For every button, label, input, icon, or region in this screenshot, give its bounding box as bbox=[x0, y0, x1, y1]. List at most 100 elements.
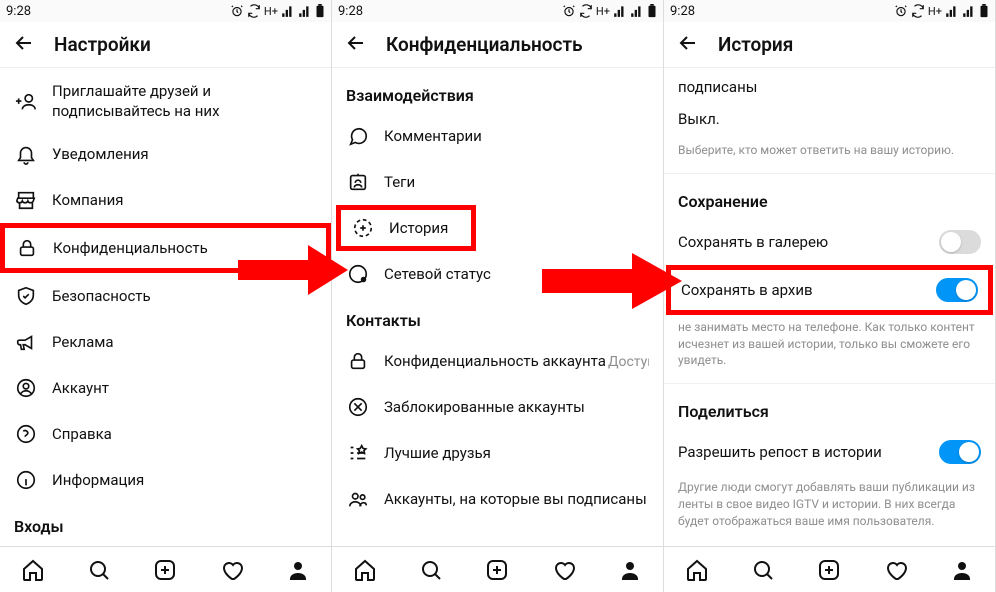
back-icon[interactable] bbox=[12, 31, 36, 59]
back-icon[interactable] bbox=[344, 31, 368, 59]
row-label: Уведомления bbox=[52, 145, 317, 163]
battery-icon bbox=[647, 4, 657, 18]
signal-icon-2 bbox=[630, 4, 644, 18]
row-account[interactable]: Аккаунт bbox=[0, 365, 331, 411]
alarm-icon bbox=[894, 4, 908, 18]
row-notifications[interactable]: Уведомления bbox=[0, 131, 331, 177]
section-logins: Входы bbox=[0, 503, 331, 544]
row-label: Сохранять в архив bbox=[681, 281, 922, 299]
sync-icon bbox=[247, 4, 261, 18]
screen-story: 9:28 H+ История подписаны Выкл. Выберите… bbox=[664, 0, 996, 592]
row-invite-friends[interactable]: Приглашайте друзей и подписывайтесь на н… bbox=[0, 72, 331, 131]
fragment-top: подписаны bbox=[664, 72, 995, 106]
nav-profile-icon[interactable] bbox=[617, 557, 643, 583]
status-icons: H+ bbox=[230, 4, 325, 18]
row-info[interactable]: Информация bbox=[0, 457, 331, 503]
info-icon bbox=[14, 468, 38, 492]
people-icon bbox=[346, 487, 370, 511]
nav-heart-icon[interactable] bbox=[219, 557, 245, 583]
row-label: Приглашайте друзей и подписывайтесь на н… bbox=[52, 82, 317, 121]
storefront-icon bbox=[14, 188, 38, 212]
nav-search-icon[interactable] bbox=[86, 557, 112, 583]
signal-icon bbox=[281, 4, 295, 18]
screen-privacy: 9:28 H+ Конфиденциальность Взаимодействи… bbox=[332, 0, 664, 592]
status-icons: H+ bbox=[894, 4, 989, 18]
nav-profile-icon[interactable] bbox=[949, 557, 975, 583]
page-title: Конфиденциальность bbox=[386, 33, 583, 56]
bottom-nav bbox=[332, 546, 663, 592]
row-business[interactable]: Компания bbox=[0, 177, 331, 223]
nav-add-icon[interactable] bbox=[484, 557, 510, 583]
row-blocked[interactable]: Заблокированные аккаунты bbox=[332, 384, 663, 430]
row-value: Доступн bbox=[608, 354, 649, 370]
nav-heart-icon[interactable] bbox=[883, 557, 909, 583]
row-label: Компания bbox=[52, 191, 317, 209]
blocked-icon bbox=[346, 395, 370, 419]
value-off: Выкл. bbox=[664, 106, 995, 138]
shield-icon bbox=[14, 284, 38, 308]
star-list-icon bbox=[346, 441, 370, 465]
megaphone-icon bbox=[14, 330, 38, 354]
section-share: Поделиться bbox=[664, 388, 995, 429]
row-following-accounts[interactable]: Аккаунты, на которые вы подписаны bbox=[332, 476, 663, 522]
row-label: Лучшие друзья bbox=[384, 444, 649, 462]
row-story[interactable]: История bbox=[336, 205, 476, 251]
nav-profile-icon[interactable] bbox=[285, 557, 311, 583]
row-allow-reshare[interactable]: Разрешить репост в истории bbox=[664, 429, 995, 475]
nav-add-icon[interactable] bbox=[816, 557, 842, 583]
network-text: H+ bbox=[264, 5, 278, 18]
row-account-privacy[interactable]: Конфиденциальность аккаунтаДоступн bbox=[332, 338, 663, 384]
battery-icon bbox=[315, 4, 325, 18]
row-save-gallery[interactable]: Сохранять в галерею bbox=[664, 219, 995, 265]
row-tags[interactable]: Теги bbox=[332, 159, 663, 205]
row-help[interactable]: Справка bbox=[0, 411, 331, 457]
nav-search-icon[interactable] bbox=[418, 557, 444, 583]
status-bar: 9:28 H+ bbox=[664, 0, 995, 22]
tag-person-icon bbox=[346, 170, 370, 194]
sync-icon bbox=[579, 4, 593, 18]
page-title: История bbox=[718, 33, 793, 56]
row-label: Заблокированные аккаунты bbox=[384, 398, 649, 416]
section-saving: Сохранение bbox=[664, 178, 995, 219]
row-label: Информация bbox=[52, 471, 317, 489]
toggle-allow-reshare[interactable] bbox=[939, 440, 981, 464]
row-label: Реклама bbox=[52, 333, 317, 351]
status-icons: H+ bbox=[562, 4, 657, 18]
tutorial-arrow-1 bbox=[238, 245, 348, 295]
status-time: 9:28 bbox=[670, 4, 695, 19]
back-icon[interactable] bbox=[676, 31, 700, 59]
bell-icon bbox=[14, 142, 38, 166]
status-bar: 9:28 H+ bbox=[332, 0, 663, 22]
section-interactions: Взаимодействия bbox=[332, 72, 663, 113]
row-label: Справка bbox=[52, 425, 317, 443]
settings-list: Приглашайте друзей и подписывайтесь на н… bbox=[0, 68, 331, 546]
hint-reply: Выберите, кто может ответить на вашу ист… bbox=[664, 138, 995, 169]
story-settings: подписаны Выкл. Выберите, кто может отве… bbox=[664, 68, 995, 546]
network-text: H+ bbox=[596, 5, 610, 18]
network-text: H+ bbox=[928, 5, 942, 18]
nav-home-icon[interactable] bbox=[684, 557, 710, 583]
toggle-save-gallery[interactable] bbox=[939, 230, 981, 254]
nav-home-icon[interactable] bbox=[20, 557, 46, 583]
story-add-icon bbox=[351, 216, 375, 240]
row-save-archive[interactable]: Сохранять в архив bbox=[666, 265, 993, 315]
nav-search-icon[interactable] bbox=[750, 557, 776, 583]
nav-heart-icon[interactable] bbox=[551, 557, 577, 583]
header: Конфиденциальность bbox=[332, 22, 663, 68]
help-icon bbox=[14, 422, 38, 446]
comment-icon bbox=[346, 124, 370, 148]
row-ads[interactable]: Реклама bbox=[0, 319, 331, 365]
nav-home-icon[interactable] bbox=[352, 557, 378, 583]
add-person-icon bbox=[14, 90, 38, 114]
battery-icon bbox=[979, 4, 989, 18]
row-close-friends[interactable]: Лучшие друзья bbox=[332, 430, 663, 476]
lock-icon bbox=[346, 349, 370, 373]
nav-add-icon[interactable] bbox=[152, 557, 178, 583]
toggle-save-archive[interactable] bbox=[936, 278, 978, 302]
row-label: История bbox=[389, 219, 461, 237]
signal-icon-2 bbox=[298, 4, 312, 18]
status-time: 9:28 bbox=[6, 4, 31, 19]
row-comments[interactable]: Комментарии bbox=[332, 113, 663, 159]
person-circle-icon bbox=[14, 376, 38, 400]
row-label: Конфиденциальность аккаунтаДоступн bbox=[384, 352, 649, 370]
